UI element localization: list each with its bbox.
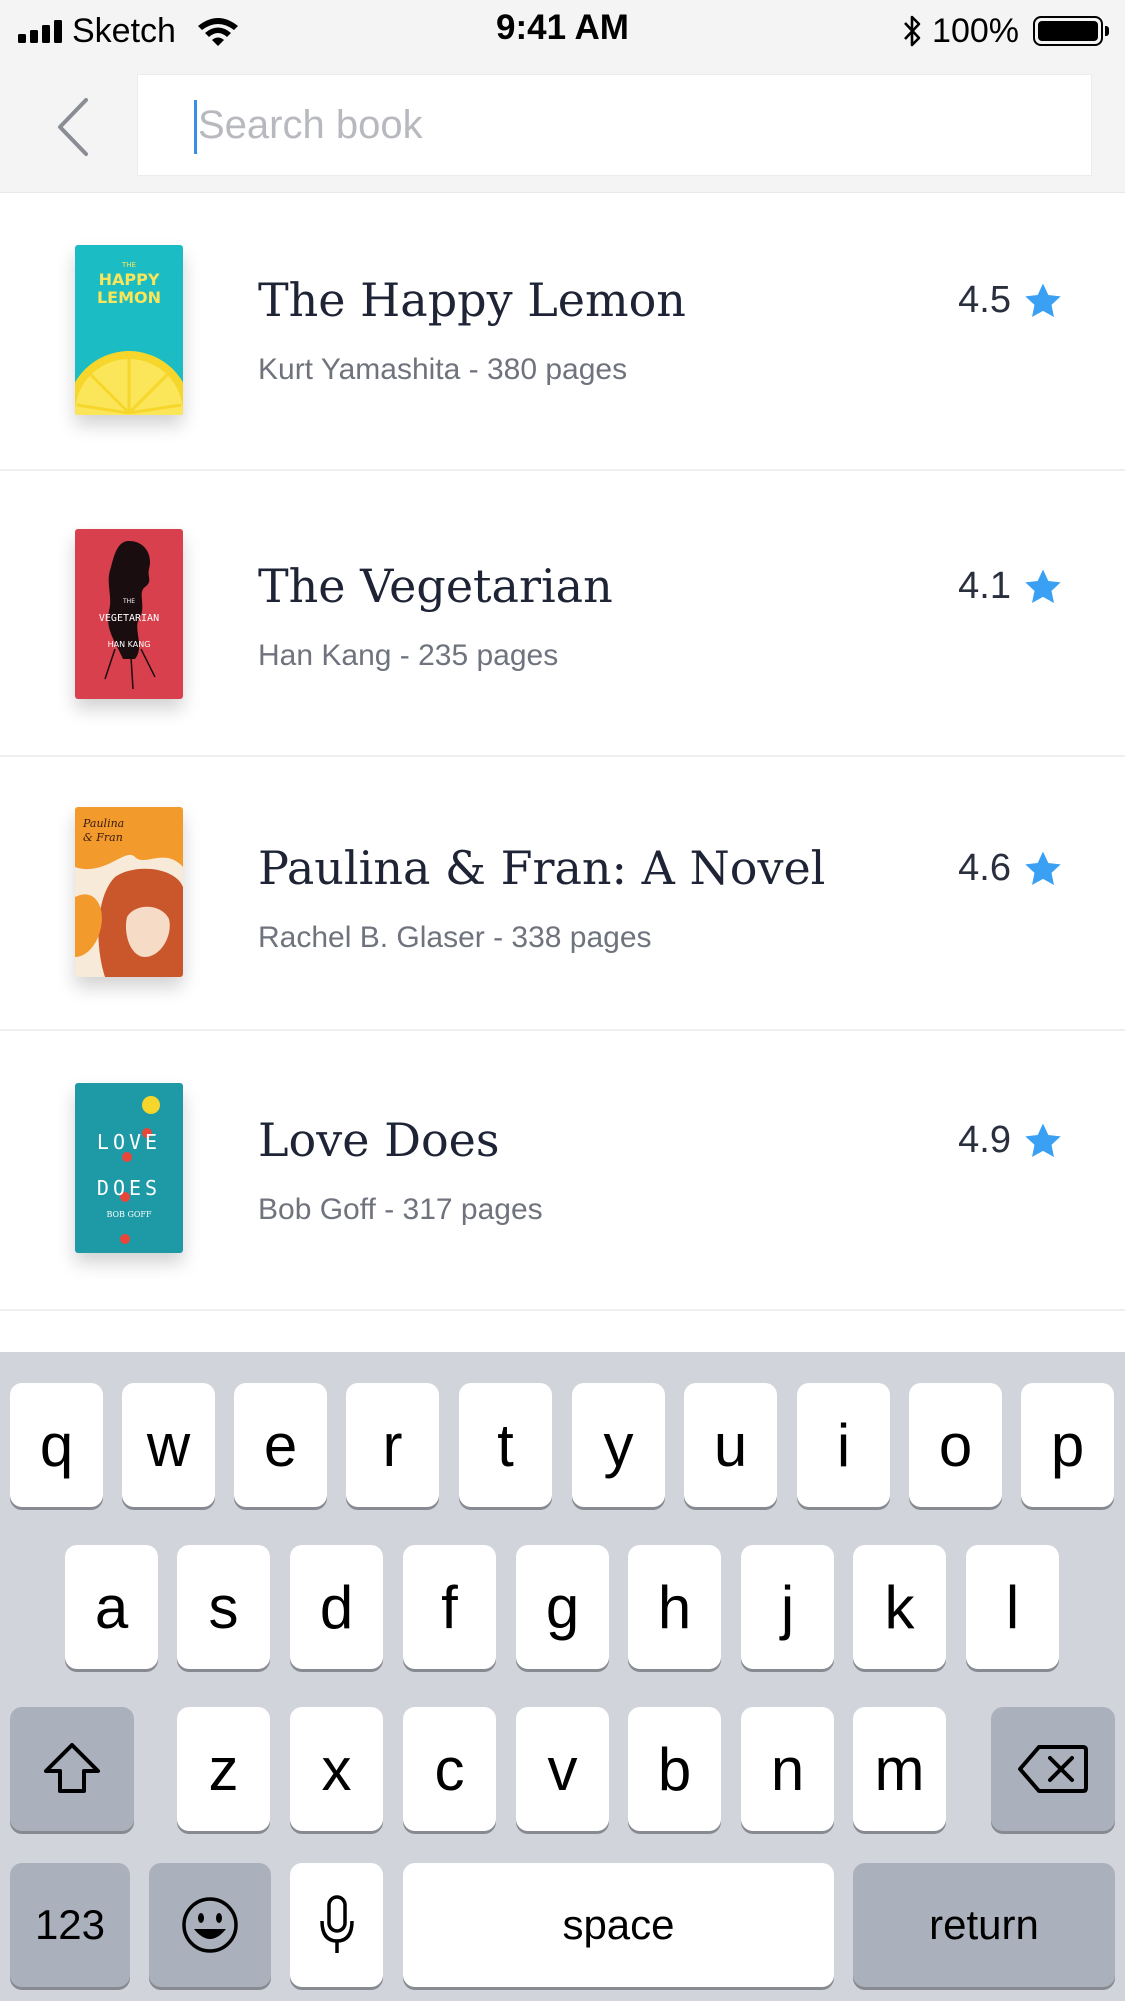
back-button[interactable]	[44, 92, 104, 162]
star-icon	[1025, 569, 1061, 603]
backspace-key[interactable]	[991, 1707, 1115, 1831]
key-w[interactable]: w	[122, 1383, 215, 1507]
return-key[interactable]: return	[853, 1863, 1115, 1987]
rating-value: 4.6	[958, 847, 1011, 889]
book-list: THE HAPPY LEMON The Happy Lemon Kurt Yam…	[0, 193, 1125, 1311]
book-title: Paulina & Fran: A Novel	[258, 841, 826, 895]
svg-text:& Fran: & Fran	[83, 831, 123, 844]
key-r[interactable]: r	[346, 1383, 439, 1507]
key-q[interactable]: q	[10, 1383, 103, 1507]
numbers-key[interactable]: 123	[10, 1863, 130, 1987]
book-author-pages: Bob Goff - 317 pages	[258, 1193, 543, 1226]
key-l[interactable]: l	[966, 1545, 1059, 1669]
battery-percent: 100%	[932, 12, 1019, 50]
key-c[interactable]: c	[403, 1707, 496, 1831]
status-bar: Sketch 9:41 AM 100%	[0, 0, 1125, 62]
book-cover-image: THE HAPPY LEMON	[75, 245, 183, 415]
svg-text:HAN KANG: HAN KANG	[108, 640, 151, 649]
book-row-love-does[interactable]: LOVE DOES BOB GOFF Love Does Bob Goff - …	[0, 1031, 1125, 1311]
key-d[interactable]: d	[290, 1545, 383, 1669]
book-author-pages: Rachel B. Glaser - 338 pages	[258, 921, 652, 954]
svg-text:THE: THE	[121, 261, 136, 269]
rating-value: 4.5	[958, 279, 1011, 321]
key-k[interactable]: k	[853, 1545, 946, 1669]
keyboard: q w e r t y u i o p a s d f g h j k l z …	[0, 1352, 1125, 2001]
backspace-icon	[1018, 1745, 1088, 1793]
svg-text:THE: THE	[122, 598, 135, 605]
emoji-icon	[182, 1897, 238, 1953]
svg-text:DOES: DOES	[97, 1176, 161, 1200]
book-cover-image: LOVE DOES BOB GOFF	[75, 1083, 183, 1253]
key-s[interactable]: s	[177, 1545, 270, 1669]
svg-text:VEGETARIAN: VEGETARIAN	[99, 613, 159, 624]
star-icon	[1025, 1123, 1061, 1157]
key-z[interactable]: z	[177, 1707, 270, 1831]
key-e[interactable]: e	[234, 1383, 327, 1507]
key-m[interactable]: m	[853, 1707, 946, 1831]
microphone-key[interactable]	[290, 1863, 383, 1987]
emoji-key[interactable]	[149, 1863, 271, 1987]
key-g[interactable]: g	[516, 1545, 609, 1669]
svg-text:BOB GOFF: BOB GOFF	[106, 1210, 152, 1219]
book-rating: 4.9	[958, 1119, 1063, 1162]
rating-value: 4.9	[958, 1119, 1011, 1161]
microphone-icon	[319, 1895, 354, 1953]
chevron-left-icon	[58, 98, 88, 156]
book-author-pages: Han Kang - 235 pages	[258, 639, 559, 672]
key-j[interactable]: j	[741, 1545, 834, 1669]
status-right: 100%	[900, 8, 1109, 54]
svg-text:Paulina: Paulina	[82, 817, 124, 830]
rating-value: 4.1	[958, 565, 1011, 607]
battery-icon	[1033, 16, 1109, 46]
book-cover-image: Paulina & Fran	[75, 807, 183, 977]
shift-icon	[44, 1743, 100, 1793]
star-icon	[1025, 851, 1061, 885]
key-u[interactable]: u	[684, 1383, 777, 1507]
space-key[interactable]: space	[403, 1863, 834, 1987]
shift-key[interactable]	[10, 1707, 134, 1831]
key-n[interactable]: n	[741, 1707, 834, 1831]
key-y[interactable]: y	[572, 1383, 665, 1507]
key-x[interactable]: x	[290, 1707, 383, 1831]
key-v[interactable]: v	[516, 1707, 609, 1831]
book-rating: 4.6	[958, 847, 1063, 890]
book-title: The Vegetarian	[258, 559, 613, 613]
key-o[interactable]: o	[909, 1383, 1002, 1507]
key-p[interactable]: p	[1021, 1383, 1114, 1507]
svg-text:LOVE: LOVE	[97, 1130, 161, 1154]
key-h[interactable]: h	[628, 1545, 721, 1669]
search-header	[0, 62, 1125, 193]
key-f[interactable]: f	[403, 1545, 496, 1669]
book-row-paulina-and-fran[interactable]: Paulina & Fran Paulina & Fran: A Novel R…	[0, 757, 1125, 1031]
book-title: Love Does	[258, 1113, 500, 1167]
book-cover-image: THE VEGETARIAN HAN KANG	[75, 529, 183, 699]
book-rating: 4.5	[958, 279, 1063, 322]
bluetooth-icon	[904, 15, 921, 47]
key-i[interactable]: i	[797, 1383, 890, 1507]
svg-text:HAPPY: HAPPY	[99, 270, 160, 289]
key-b[interactable]: b	[628, 1707, 721, 1831]
book-row-the-vegetarian[interactable]: THE VEGETARIAN HAN KANG The Vegetarian H…	[0, 471, 1125, 757]
book-row-the-happy-lemon[interactable]: THE HAPPY LEMON The Happy Lemon Kurt Yam…	[0, 193, 1125, 471]
star-icon	[1025, 283, 1061, 317]
book-title: The Happy Lemon	[258, 273, 686, 327]
key-t[interactable]: t	[459, 1383, 552, 1507]
book-rating: 4.1	[958, 565, 1063, 608]
svg-text:LEMON: LEMON	[97, 288, 161, 307]
search-box[interactable]	[137, 74, 1092, 176]
book-author-pages: Kurt Yamashita - 380 pages	[258, 353, 628, 386]
key-a[interactable]: a	[65, 1545, 158, 1669]
search-input[interactable]	[196, 75, 1058, 175]
